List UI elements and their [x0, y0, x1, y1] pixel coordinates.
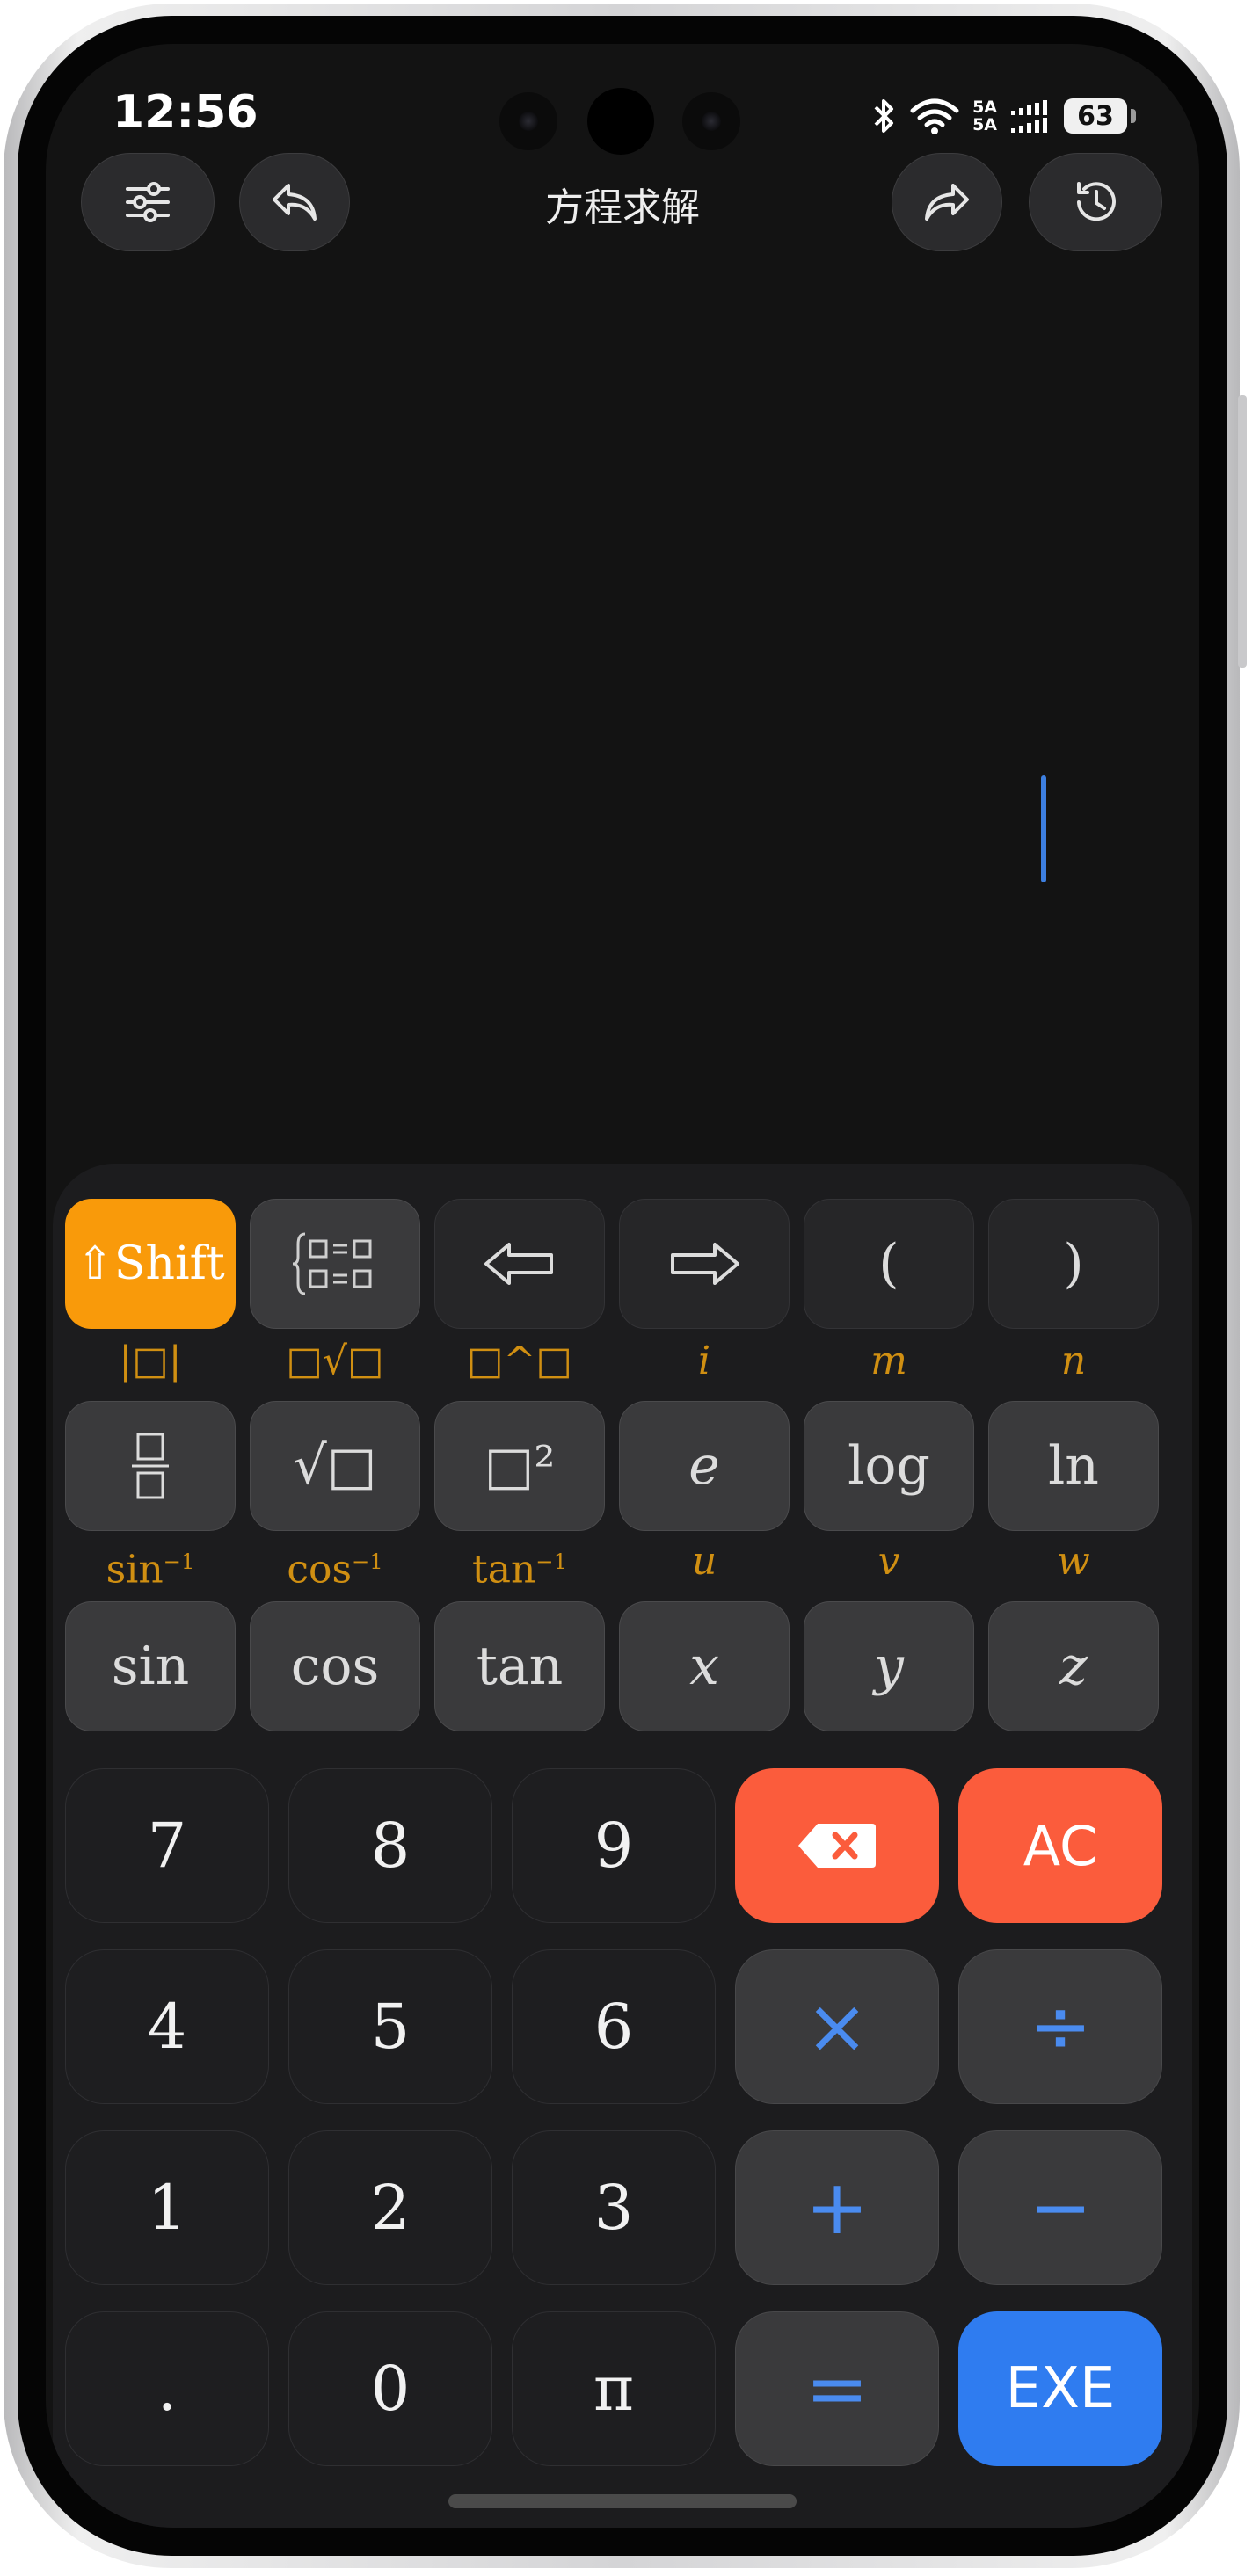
home-indicator[interactable] — [448, 2494, 797, 2508]
digit-8-key[interactable]: 8 — [288, 1768, 492, 1923]
input-cursor[interactable] — [1041, 775, 1046, 882]
e-key[interactable]: e — [619, 1401, 790, 1531]
z-key[interactable]: z — [988, 1601, 1159, 1731]
fraction-key[interactable] — [65, 1401, 236, 1531]
abs-secondary-label: |□| — [119, 1339, 182, 1383]
signal-icon — [1011, 100, 1047, 133]
acos-exponent: −1 — [352, 1549, 383, 1574]
right-arrow-icon — [671, 1243, 739, 1285]
network-label: 5A 5A — [972, 98, 997, 134]
asin-base: sin — [106, 1547, 164, 1593]
right-paren-key[interactable]: ) — [988, 1199, 1159, 1329]
left-arrow-icon — [484, 1243, 553, 1285]
volume-button — [1238, 395, 1247, 668]
cursor-right-key[interactable] — [619, 1199, 790, 1329]
digit-9-key[interactable]: 9 — [512, 1768, 716, 1923]
redo-button[interactable] — [892, 153, 1002, 251]
v-secondary-label: v — [877, 1539, 900, 1584]
decimal-point-key[interactable]: . — [65, 2311, 269, 2466]
cursor-left-key[interactable] — [434, 1199, 605, 1329]
system-equations-key[interactable] — [250, 1199, 420, 1329]
digit-4-key[interactable]: 4 — [65, 1949, 269, 2104]
multiply-key[interactable]: × — [735, 1949, 939, 2104]
minus-key[interactable]: − — [958, 2130, 1162, 2285]
pi-key[interactable]: π — [512, 2311, 716, 2466]
execute-key[interactable]: EXE — [958, 2311, 1162, 2466]
acos-secondary-label: cos−1 — [250, 1540, 420, 1593]
sqrt-key[interactable]: √□ — [250, 1401, 420, 1531]
log-key[interactable]: log — [804, 1401, 974, 1531]
page-title: 方程求解 — [545, 185, 700, 230]
wifi-icon — [910, 98, 959, 134]
bluetooth-icon — [874, 99, 894, 133]
sin-key[interactable]: sin — [65, 1601, 236, 1731]
atan-exponent: −1 — [535, 1549, 567, 1574]
ln-key[interactable]: ln — [988, 1401, 1159, 1531]
redo-icon — [925, 184, 969, 221]
network-label-1: 5A — [972, 98, 997, 117]
backspace-key[interactable] — [735, 1768, 939, 1923]
keypad: ⇧Shift ( ) |□| □√□ □^□ i m n √□ □² e log… — [53, 1164, 1192, 2528]
atan-base: tan — [472, 1547, 536, 1593]
square-key[interactable]: □² — [434, 1401, 605, 1531]
backspace-icon — [798, 1824, 876, 1868]
history-button[interactable] — [1029, 153, 1162, 251]
all-clear-key[interactable]: AC — [958, 1768, 1162, 1923]
front-camera — [587, 88, 654, 155]
left-paren-key[interactable]: ( — [804, 1199, 974, 1329]
w-secondary-label: w — [1057, 1539, 1090, 1584]
n-secondary-label: n — [1060, 1339, 1087, 1383]
plus-key[interactable]: + — [735, 2130, 939, 2285]
screen: 12:56 5A 5A 63 方程求解 ⇧Shift () |□| □√□ □… — [46, 44, 1199, 2528]
atan-secondary-label: tan−1 — [434, 1540, 605, 1593]
status-time: 12:56 — [113, 86, 258, 139]
tan-key[interactable]: tan — [434, 1601, 605, 1731]
digit-5-key[interactable]: 5 — [288, 1949, 492, 2104]
i-secondary-label: i — [697, 1339, 711, 1383]
acos-base: cos — [287, 1547, 353, 1593]
digit-3-key[interactable]: 3 — [512, 2130, 716, 2285]
nroot-secondary-label: □√□ — [286, 1339, 384, 1383]
m-secondary-label: m — [870, 1339, 907, 1383]
digit-2-key[interactable]: 2 — [288, 2130, 492, 2285]
history-clock-icon — [1077, 182, 1116, 221]
asin-secondary-label: sin−1 — [65, 1540, 236, 1593]
equals-key[interactable]: = — [735, 2311, 939, 2466]
cos-key[interactable]: cos — [250, 1601, 420, 1731]
digit-1-key[interactable]: 1 — [65, 2130, 269, 2285]
status-icons: 5A 5A 63 — [870, 90, 1136, 142]
digit-6-key[interactable]: 6 — [512, 1949, 716, 2104]
fraction-icon — [132, 1433, 169, 1499]
network-label-2: 5A — [972, 115, 997, 134]
system-of-equations-icon — [292, 1232, 372, 1295]
asin-exponent: −1 — [163, 1549, 195, 1574]
battery-icon: 63 — [1064, 98, 1136, 134]
divide-key[interactable]: ÷ — [958, 1949, 1162, 2104]
digit-0-key[interactable]: 0 — [288, 2311, 492, 2466]
front-sensor-right — [682, 92, 740, 150]
x-key[interactable]: x — [619, 1601, 790, 1731]
power-secondary-label: □^□ — [466, 1339, 572, 1383]
u-secondary-label: u — [691, 1539, 717, 1584]
y-key[interactable]: y — [804, 1601, 974, 1731]
front-sensor-left — [499, 92, 557, 150]
battery-level: 63 — [1077, 100, 1114, 132]
digit-7-key[interactable]: 7 — [65, 1768, 269, 1923]
shift-key[interactable]: ⇧Shift — [65, 1199, 236, 1329]
